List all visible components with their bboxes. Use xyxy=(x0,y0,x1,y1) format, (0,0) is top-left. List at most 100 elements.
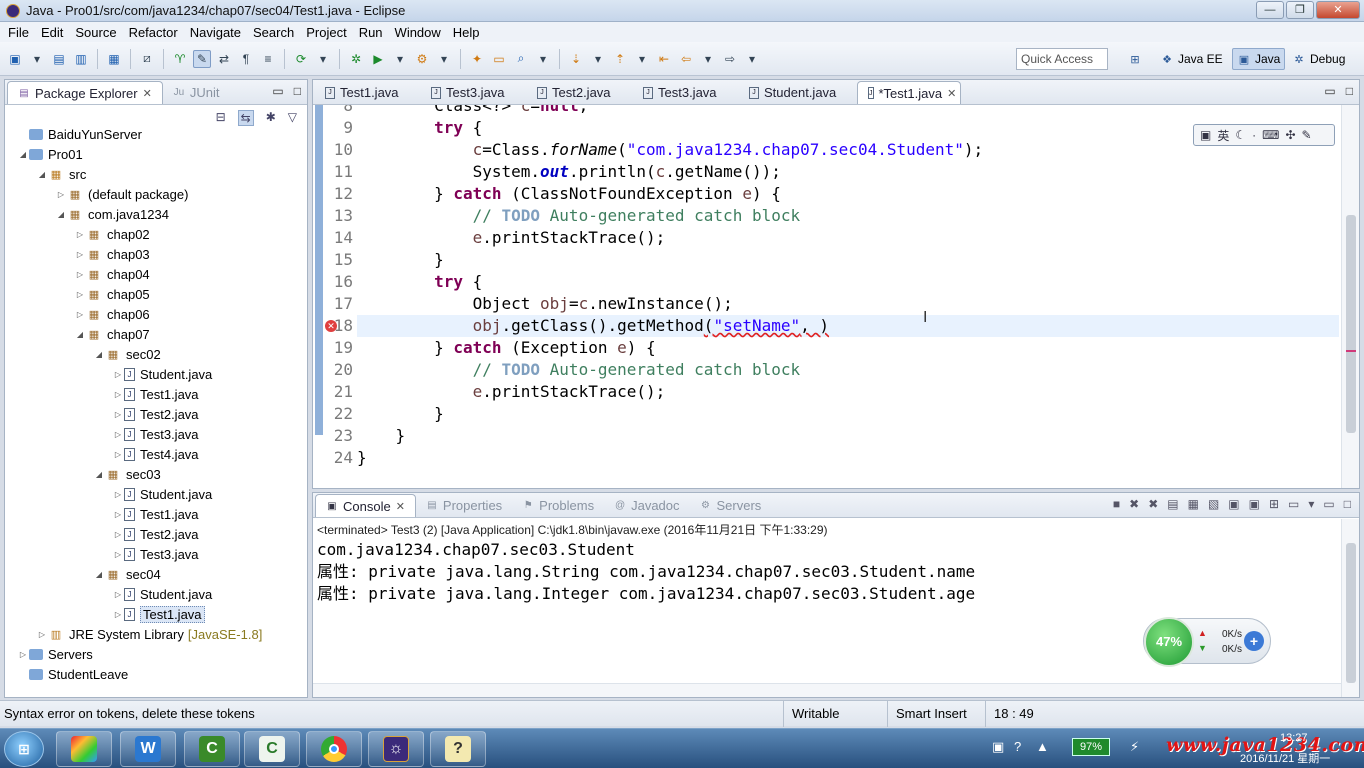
code-line[interactable]: } xyxy=(357,447,1339,469)
tree-node[interactable]: ▷ J Test1.java xyxy=(112,504,199,524)
system-clock[interactable]: 13:27 2016/11/21 星期一 xyxy=(1240,732,1330,765)
dropdown-icon[interactable]: ▾ xyxy=(699,50,717,68)
expanded-arrow-icon[interactable]: ◢ xyxy=(17,150,29,159)
editor-tab[interactable]: J *Test1.java ✕ xyxy=(857,81,961,104)
tree-node[interactable]: ▷ ▦ chap05 xyxy=(74,284,150,304)
tree-node[interactable]: ▷ J Student.java xyxy=(112,364,212,384)
code-editor[interactable]: 8 9 10 11 12 13 14 15 16 17 18 ✕ 19 20 21 22 23 24 Class<… xyxy=(313,105,1359,488)
ime-toolbar[interactable]: ▣ 英 ☾ · ⌨ ✣ ✎ xyxy=(1193,124,1335,146)
maximize-view-icon[interactable]: □ xyxy=(1346,84,1353,98)
editor-tab[interactable]: J Test1.java xyxy=(315,81,421,104)
tray-network-icon[interactable]: ▣ xyxy=(992,739,1004,755)
tree-node[interactable]: ▷ J Test1.java xyxy=(112,384,199,404)
menu-file[interactable]: File xyxy=(2,25,35,40)
dropdown-icon[interactable]: ▾ xyxy=(391,50,409,68)
editor-tab[interactable]: J Test3.java xyxy=(633,81,739,104)
tree-node[interactable]: ▷ J Test3.java xyxy=(112,424,199,444)
code-line[interactable]: } xyxy=(357,403,1339,425)
code-line[interactable]: System.out.println(c.getName()); xyxy=(357,161,1339,183)
expanded-arrow-icon[interactable]: ◢ xyxy=(93,350,105,359)
expanded-arrow-icon[interactable]: ◢ xyxy=(36,170,48,179)
code-line[interactable]: c=Class.forName("com.java1234.chap07.sec… xyxy=(357,139,1339,161)
format-icon[interactable]: ≡ xyxy=(259,50,277,68)
collapsed-arrow-icon[interactable]: ▷ xyxy=(74,270,86,279)
toggle-block-icon[interactable]: ⇄ xyxy=(215,50,233,68)
code-line[interactable]: Object obj=c.newInstance(); xyxy=(357,293,1339,315)
tab-package-explorer[interactable]: ▤ Package Explorer ✕ xyxy=(7,81,163,104)
clear-console-icon[interactable]: ▤ xyxy=(1167,497,1178,511)
menu-run[interactable]: Run xyxy=(353,25,389,40)
minimize-view-icon[interactable]: ▭ xyxy=(1323,497,1334,511)
maximize-view-icon[interactable]: □ xyxy=(294,84,301,98)
code-line[interactable]: // TODO Auto-generated catch block xyxy=(357,359,1339,381)
next-annotation-icon[interactable]: ⇣ xyxy=(567,50,585,68)
tab-junit[interactable]: Ju JUnit xyxy=(163,81,230,104)
tab-properties[interactable]: ▤ Properties xyxy=(416,494,512,517)
taskbar-app-chrome[interactable] xyxy=(306,731,362,767)
menu-window[interactable]: Window xyxy=(389,25,447,40)
open-type-icon[interactable]: ♈ xyxy=(171,50,189,68)
minimize-view-icon[interactable]: ▭ xyxy=(1324,84,1335,98)
pin-console-icon[interactable]: ⊞ xyxy=(1269,497,1279,511)
tree-node[interactable]: ▷ J Student.java xyxy=(112,484,212,504)
focus-icon[interactable]: ✱ xyxy=(266,110,276,126)
tree-node[interactable]: StudentLeave xyxy=(17,664,128,684)
tree-node[interactable]: ◢ ▦ src xyxy=(36,164,86,184)
collapsed-arrow-icon[interactable]: ▷ xyxy=(112,430,124,439)
scrollbar-thumb[interactable] xyxy=(1346,543,1356,683)
tree-node[interactable]: ▷ J Test1.java xyxy=(112,604,205,624)
tree-node[interactable]: ▷ ▦ chap04 xyxy=(74,264,150,284)
show-on-error-icon[interactable]: ▣ xyxy=(1249,497,1260,511)
tree-node[interactable]: ▷ J Test2.java xyxy=(112,524,199,544)
skip-breakpoints-icon[interactable]: ⧄ xyxy=(138,50,156,68)
menu-help[interactable]: Help xyxy=(447,25,486,40)
open-perspective-button[interactable]: ⊞ xyxy=(1124,48,1146,70)
tab-servers[interactable]: ⚙ Servers xyxy=(690,494,772,517)
collapsed-arrow-icon[interactable]: ▷ xyxy=(55,190,67,199)
open-folder-icon[interactable]: ▭ xyxy=(490,50,508,68)
close-tab-icon[interactable]: ✕ xyxy=(396,500,405,513)
print-icon[interactable]: ▦ xyxy=(105,50,123,68)
taskbar-app-eclipse[interactable]: ☼ xyxy=(368,731,424,767)
menu-source[interactable]: Source xyxy=(69,25,122,40)
dropdown-icon[interactable]: ▾ xyxy=(589,50,607,68)
code-line[interactable]: try { xyxy=(357,117,1339,139)
code-line[interactable]: e.printStackTrace(); xyxy=(357,381,1339,403)
code-line[interactable]: e.printStackTrace(); xyxy=(357,227,1339,249)
editor-tab[interactable]: J Student.java xyxy=(739,81,857,104)
tab-problems[interactable]: ⚑ Problems xyxy=(512,494,604,517)
accelerate-icon[interactable]: + xyxy=(1244,631,1264,651)
forward-icon[interactable]: ⇨ xyxy=(721,50,739,68)
save-all-icon[interactable]: ▥ xyxy=(72,50,90,68)
prev-annotation-icon[interactable]: ⇡ xyxy=(611,50,629,68)
maximize-button[interactable]: ❐ xyxy=(1286,1,1314,19)
debug-icon[interactable]: ✲ xyxy=(347,50,365,68)
tree-node[interactable]: ▷ ▦ chap03 xyxy=(74,244,150,264)
collapsed-arrow-icon[interactable]: ▷ xyxy=(36,630,48,639)
back-icon[interactable]: ⇦ xyxy=(677,50,695,68)
tray-power-icon[interactable]: ⚡ xyxy=(1130,739,1139,755)
start-button[interactable]: ⊞ xyxy=(4,731,44,767)
collapsed-arrow-icon[interactable]: ▷ xyxy=(74,310,86,319)
dropdown-icon[interactable]: ▾ xyxy=(633,50,651,68)
save-icon[interactable]: ▤ xyxy=(50,50,68,68)
taskbar-app-camtasia[interactable]: C xyxy=(184,731,240,767)
taskbar-app-word[interactable]: W xyxy=(120,731,176,767)
collapsed-arrow-icon[interactable]: ▷ xyxy=(112,510,124,519)
show-on-output-icon[interactable]: ▣ xyxy=(1228,497,1239,511)
search-icon[interactable]: ⌕ xyxy=(512,50,530,68)
code-line[interactable]: obj.getClass().getMethod("setName", ) xyxy=(357,315,1339,337)
editor-tab[interactable]: J Test3.java xyxy=(421,81,527,104)
collapsed-arrow-icon[interactable]: ▷ xyxy=(74,230,86,239)
dropdown-icon[interactable]: ▾ xyxy=(314,50,332,68)
run-icon[interactable]: ▶ xyxy=(369,50,387,68)
close-tab-icon[interactable]: ✕ xyxy=(143,87,152,100)
last-edit-icon[interactable]: ⇤ xyxy=(655,50,673,68)
word-wrap-icon[interactable]: ▧ xyxy=(1208,497,1219,511)
menu-search[interactable]: Search xyxy=(247,25,300,40)
console-vscrollbar[interactable] xyxy=(1341,519,1359,697)
code-line[interactable]: try { xyxy=(357,271,1339,293)
link-with-editor-icon[interactable]: ⇆ xyxy=(237,110,254,126)
remove-launch-icon[interactable]: ✖ xyxy=(1129,497,1139,511)
collapse-all-icon[interactable]: ⊟ xyxy=(216,110,226,126)
